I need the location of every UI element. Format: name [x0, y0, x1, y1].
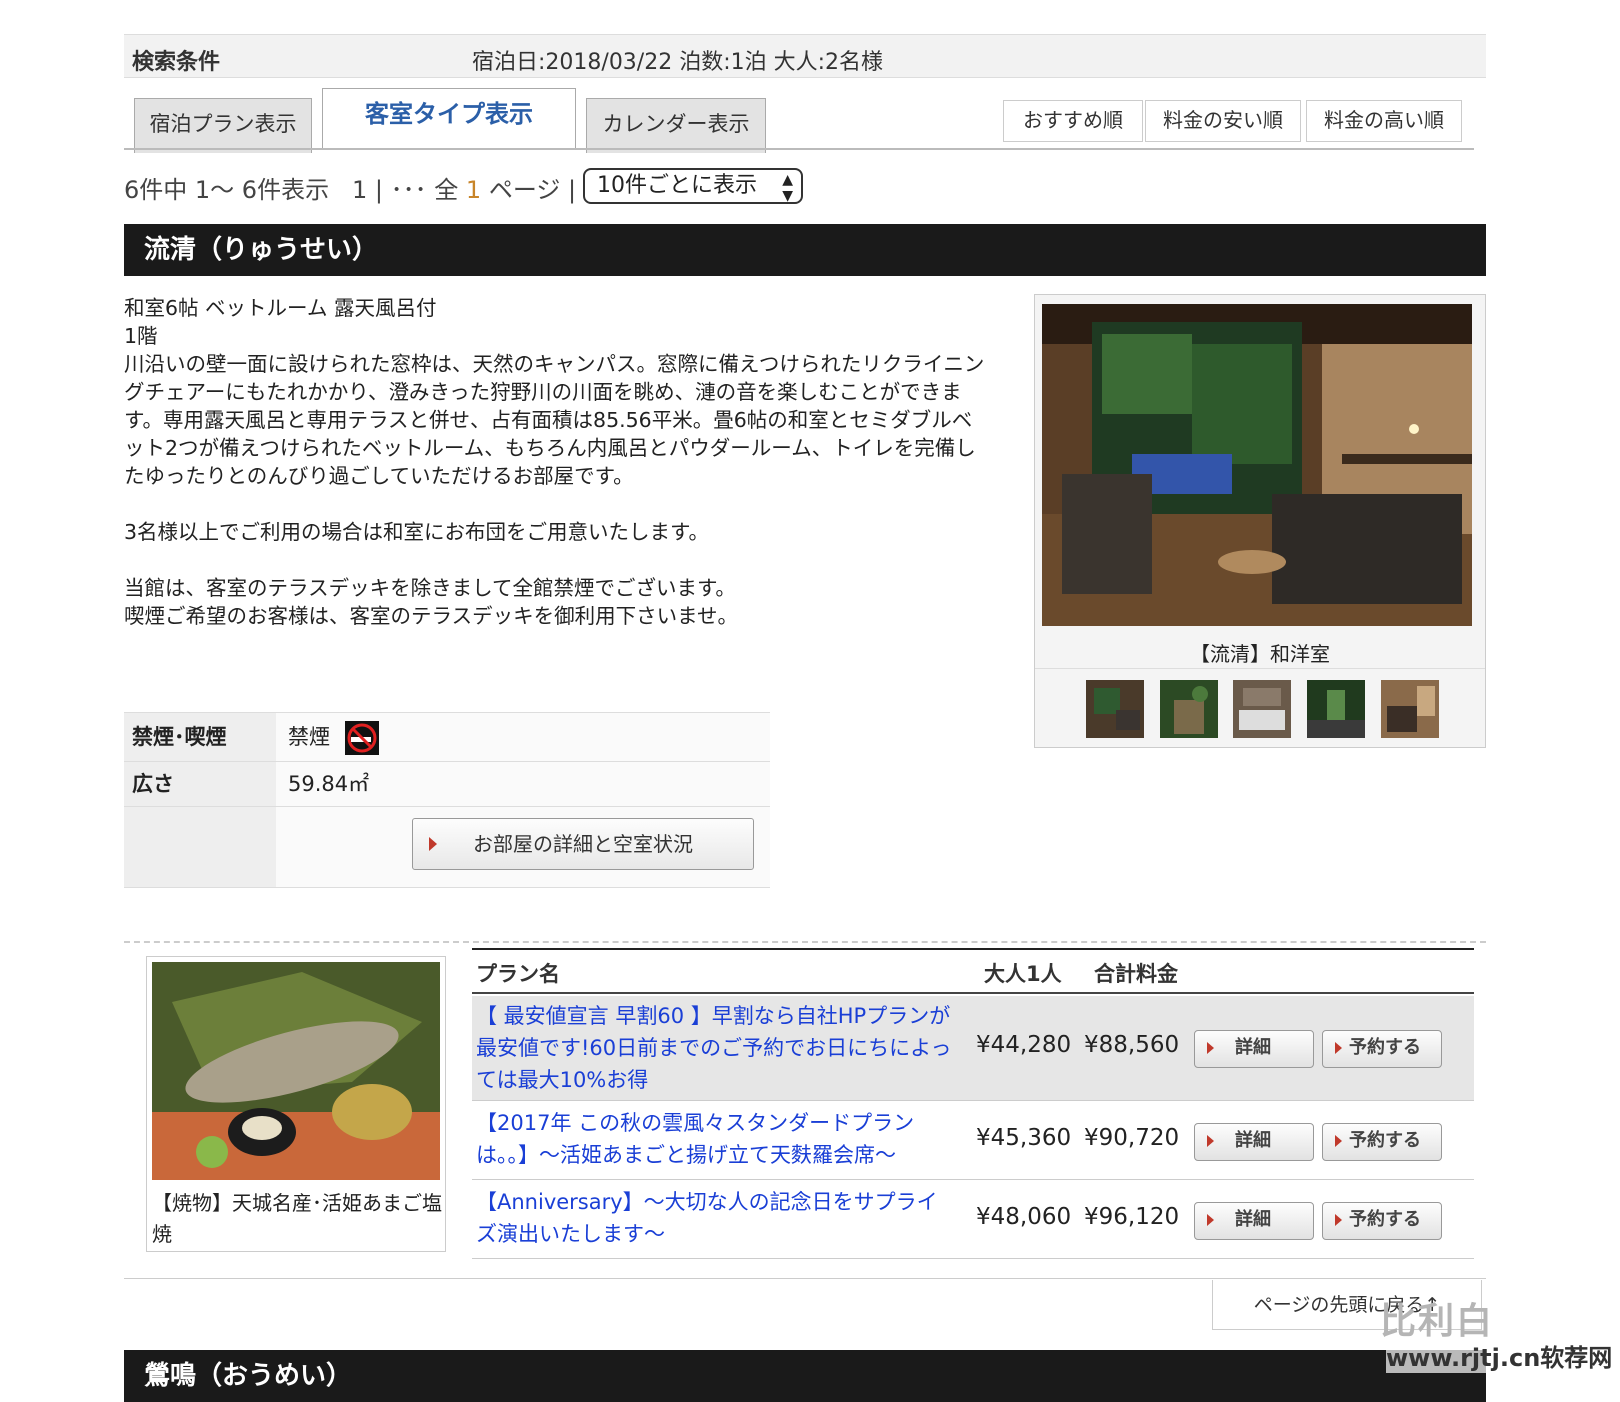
plan-reserve-button[interactable]: 予約する — [1322, 1123, 1442, 1161]
room-desc-line: 川沿いの壁一面に設けられた窓枠は、天然のキャンパス。窓際に備えつけられたリクライ… — [124, 352, 985, 376]
no-smoking-icon — [344, 721, 379, 755]
smoking-label: 禁煙･喫煙 — [124, 713, 276, 761]
food-caption: 【焼物】天城名産･活姫あまご塩焼 — [152, 1191, 442, 1246]
room-desc-line: グチェアーにもたれかかり、澄みきった狩野川の川面を眺め、漣の音を楽しむことができ… — [124, 380, 962, 404]
area-label: 広さ — [124, 762, 276, 806]
arrow-right-icon — [1335, 1214, 1342, 1226]
room-desc-line: 喫煙ご希望のお客様は、客室のテラスデッキを御利用下さいませ。 — [124, 604, 738, 628]
thumb-divider — [1035, 668, 1485, 669]
smoking-row: 禁煙･喫煙 禁煙 — [124, 712, 770, 761]
arrow-right-icon — [1207, 1214, 1214, 1226]
room-thumbnail[interactable] — [1160, 680, 1218, 738]
search-conditions-value: 宿泊日:2018/03/22 泊数:1泊 大人:2名様 — [472, 50, 884, 75]
per-page-select[interactable]: 10件ごとに表示 ▲ ▼ — [583, 168, 803, 204]
sort-recommended-button[interactable]: おすすめ順 — [1003, 100, 1143, 142]
plan-name-link[interactable]: 【2017年 この秋の雲風々スタンダードプランは。。】～活姫あまごと揚げ立て天麩… — [476, 1107, 916, 1171]
plan-table-header: プラン名 大人1人 合計料金 — [472, 950, 1474, 994]
plan-reserve-button[interactable]: 予約する — [1322, 1030, 1442, 1068]
plan-row: 【2017年 この秋の雲風々スタンダードプランは。。】～活姫あまごと揚げ立て天麩… — [472, 1101, 1474, 1180]
room-detail-button-label: お部屋の詳細と空室状況 — [473, 832, 693, 856]
plan-reserve-button[interactable]: 予約する — [1322, 1202, 1442, 1240]
sort-price-high-button[interactable]: 料金の高い順 — [1306, 100, 1462, 142]
detail-row-label — [124, 807, 276, 887]
pager-dots: ･･･ 全 — [390, 176, 459, 204]
plan-reserve-label: 予約する — [1349, 1130, 1421, 1151]
search-conditions-bar: 検索条件 宿泊日:2018/03/22 泊数:1泊 大人:2名様 — [124, 34, 1486, 78]
arrow-right-icon — [1335, 1135, 1342, 1147]
area-row: 広さ 59.84㎡ — [124, 761, 770, 806]
tab-plan-view[interactable]: 宿泊プラン表示 — [134, 98, 312, 153]
select-arrows-icon: ▲ ▼ — [782, 172, 793, 204]
tab-calendar-view[interactable]: カレンダー表示 — [586, 98, 766, 153]
room-desc-line: す。専用露天風呂と専用テラスと併せ、占有面積は85.56平米。畳6帖の和室とセミ… — [124, 408, 973, 432]
plan-detail-label: 詳細 — [1235, 1037, 1271, 1058]
room-desc-line: 1階 — [124, 324, 158, 348]
room-thumbnail[interactable] — [1233, 680, 1291, 738]
plan-name-link[interactable]: 【 最安値宣言 早割60 】早割なら自社HPプランが最安値です!60日前までのご… — [476, 1000, 956, 1096]
plan-detail-button[interactable]: 詳細 — [1194, 1123, 1314, 1161]
room-thumbnail[interactable] — [1381, 680, 1439, 738]
room-desc-line: たゆったりとのんびり過ごしていただけるお部屋です。 — [124, 464, 634, 488]
tab-room-type-view[interactable]: 客室タイプ表示 — [322, 88, 576, 149]
smoking-value: 禁煙 — [288, 725, 330, 749]
plan-detail-button[interactable]: 詳細 — [1194, 1202, 1314, 1240]
plan-detail-label: 詳細 — [1235, 1130, 1271, 1151]
total-price: ¥88,560 — [1084, 1032, 1180, 1058]
arrow-right-icon — [1207, 1135, 1214, 1147]
plan-reserve-label: 予約する — [1349, 1209, 1421, 1230]
plan-name-link[interactable]: 【Anniversary】～大切な人の記念日をサプライズ演出いたします～ — [476, 1186, 946, 1250]
smoking-value-cell: 禁煙 — [276, 713, 770, 761]
plan-reserve-label: 予約する — [1349, 1037, 1421, 1058]
area-value: 59.84㎡ — [276, 762, 770, 806]
plan-row: 【Anniversary】～大切な人の記念日をサプライズ演出いたします～ ¥48… — [472, 1180, 1474, 1259]
room-desc-line: 当館は、客室のテラスデッキを除きまして全館禁煙でございます。 — [124, 576, 736, 600]
watermark-url: www.rjtj.cn软荐网 — [1386, 1338, 1613, 1373]
search-conditions-label: 検索条件 — [132, 50, 221, 75]
adult-price: ¥48,060 — [976, 1204, 1072, 1230]
sort-price-low-button[interactable]: 料金の安い順 — [1145, 100, 1301, 142]
plan-name-header: プラン名 — [476, 962, 560, 986]
room-title: 鶯鳴（おうめい） — [124, 1350, 1486, 1402]
result-count: 6件中 1～ 6件表示 — [124, 176, 330, 204]
total-price-header: 合計料金 — [1094, 962, 1178, 986]
watermark-logo: 比利白 — [1380, 1301, 1495, 1342]
adult-price: ¥45,360 — [976, 1125, 1072, 1151]
adult-price: ¥44,280 — [976, 1032, 1072, 1058]
room-desc-line: ット2つが備えつけられたベットルーム、もちろん内風呂とパウダールーム、トイレを完… — [124, 436, 976, 460]
total-price: ¥96,120 — [1084, 1204, 1180, 1230]
room-desc-line: 和室6帖 ベットルーム 露天風呂付 — [124, 296, 437, 320]
room-main-photo[interactable] — [1042, 304, 1472, 626]
page-number-link[interactable]: 1 — [352, 176, 367, 204]
pager-separator: | — [374, 176, 383, 204]
section-divider — [124, 941, 1486, 943]
per-page-value: 10件ごとに表示 — [597, 173, 757, 198]
total-price: ¥90,720 — [1084, 1125, 1180, 1151]
room-detail-button[interactable]: お部屋の詳細と空室状況 — [412, 818, 754, 870]
room-photo-caption: 【流清】和洋室 — [1190, 642, 1330, 666]
plan-row: 【 最安値宣言 早割60 】早割なら自社HPプランが最安値です!60日前までのご… — [472, 996, 1474, 1101]
pager-total: 1 — [465, 176, 482, 204]
room-thumbnail[interactable] — [1086, 680, 1144, 738]
room-desc-line: 3名様以上でご利用の場合は和室にお布団をご用意いたします。 — [124, 520, 709, 544]
plan-detail-button[interactable]: 詳細 — [1194, 1030, 1314, 1068]
arrow-right-icon — [429, 837, 437, 851]
room-description: 和室6帖 ベットルーム 露天風呂付 1階 川沿いの壁一面に設けられた窓枠は、天然… — [124, 294, 994, 630]
section-bottom-line — [124, 1278, 1486, 1279]
arrow-right-icon — [1335, 1042, 1342, 1054]
arrow-right-icon — [1207, 1042, 1214, 1054]
food-photo[interactable] — [152, 962, 440, 1180]
room-thumbnail[interactable] — [1307, 680, 1365, 738]
adult-price-header: 大人1人 — [984, 962, 1062, 986]
plan-detail-label: 詳細 — [1235, 1209, 1271, 1230]
room-title: 流清（りゅうせい） — [124, 224, 1486, 276]
pager-pages-word: ページ — [488, 176, 561, 204]
pager-separator: | — [568, 176, 577, 204]
pager: 6件中 1～ 6件表示 1 | ･･･ 全 1 ページ | — [124, 170, 576, 205]
tab-underline — [124, 148, 1474, 150]
